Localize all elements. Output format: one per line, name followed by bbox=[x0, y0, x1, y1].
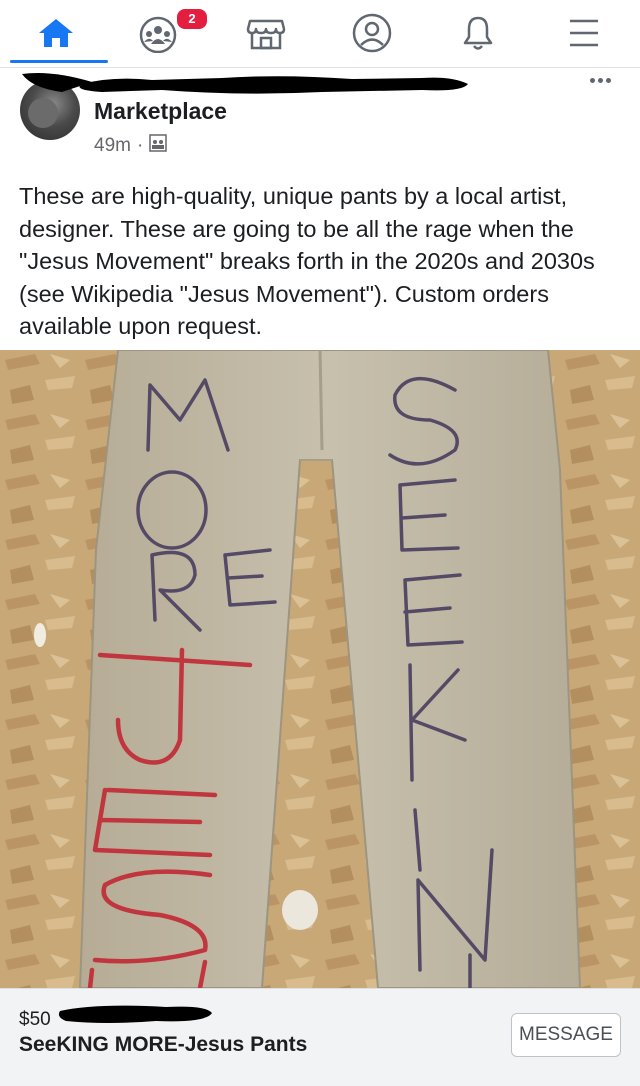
more-options-button[interactable] bbox=[580, 68, 620, 92]
listing-photo[interactable] bbox=[0, 350, 640, 988]
nav-groups[interactable]: 2 bbox=[110, 4, 210, 62]
listing-title[interactable]: SeeKING MORE-Jesus Pants bbox=[19, 1033, 307, 1057]
profile-icon bbox=[351, 12, 393, 54]
nav-menu[interactable] bbox=[534, 4, 634, 62]
post-meta: 49m · bbox=[94, 134, 168, 158]
redacted-location bbox=[58, 1005, 212, 1023]
post-time[interactable]: 49m bbox=[94, 135, 131, 157]
nav-marketplace[interactable] bbox=[216, 4, 316, 62]
meta-separator: · bbox=[136, 135, 144, 156]
listing-summary: $50 SeeKING MORE-Jesus Pants MESSAGE bbox=[0, 988, 640, 1086]
top-navigation: 2 bbox=[0, 0, 640, 68]
active-tab-indicator bbox=[10, 60, 108, 63]
post-header: Marketplace 49m · bbox=[0, 68, 640, 168]
nav-profile[interactable] bbox=[322, 4, 422, 62]
notification-badge: 2 bbox=[175, 7, 209, 31]
group-audience-icon bbox=[149, 134, 168, 158]
message-button[interactable]: MESSAGE bbox=[511, 1013, 621, 1057]
more-dot-icon bbox=[589, 77, 595, 83]
bell-icon bbox=[458, 13, 498, 53]
post-body-text: These are high-quality, unique pants by … bbox=[19, 183, 595, 339]
marketplace-icon bbox=[246, 15, 286, 51]
menu-icon bbox=[566, 16, 602, 50]
listing-price: $50 bbox=[19, 1009, 51, 1030]
redacted-author-name bbox=[22, 73, 468, 94]
nav-notifications[interactable] bbox=[428, 4, 528, 62]
home-icon bbox=[36, 15, 76, 51]
post-title[interactable]: Marketplace bbox=[94, 98, 227, 125]
nav-home[interactable] bbox=[6, 4, 108, 63]
pants-photo-illustration bbox=[0, 350, 640, 988]
